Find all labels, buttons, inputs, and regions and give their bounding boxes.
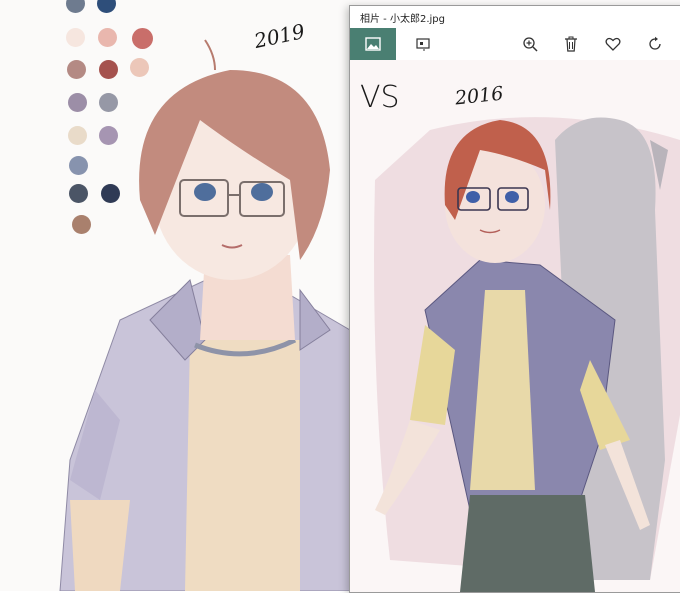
photo-toolbar — [350, 28, 680, 60]
zoom-in-button[interactable] — [513, 28, 547, 60]
rotate-button[interactable] — [638, 28, 672, 60]
rotate-icon — [647, 36, 663, 52]
slideshow-icon — [415, 37, 431, 51]
zoom-in-icon — [522, 36, 538, 52]
window-title: 相片 - 小太郎2.jpg — [360, 13, 445, 25]
favorite-button[interactable] — [596, 28, 630, 60]
title-bar[interactable]: 相片 - 小太郎2.jpg — [350, 6, 680, 28]
heart-icon — [605, 37, 621, 51]
view-image-button[interactable] — [350, 28, 396, 60]
trash-icon — [564, 36, 578, 52]
character-2016-illustration — [374, 117, 680, 592]
delete-button[interactable] — [554, 28, 588, 60]
photo-viewer[interactable]: VS 2016 — [350, 60, 680, 592]
photos-app-window[interactable]: 相片 - 小太郎2.jpg VS 2016 — [349, 5, 680, 593]
image-icon — [365, 37, 381, 51]
slideshow-button[interactable] — [406, 28, 440, 60]
